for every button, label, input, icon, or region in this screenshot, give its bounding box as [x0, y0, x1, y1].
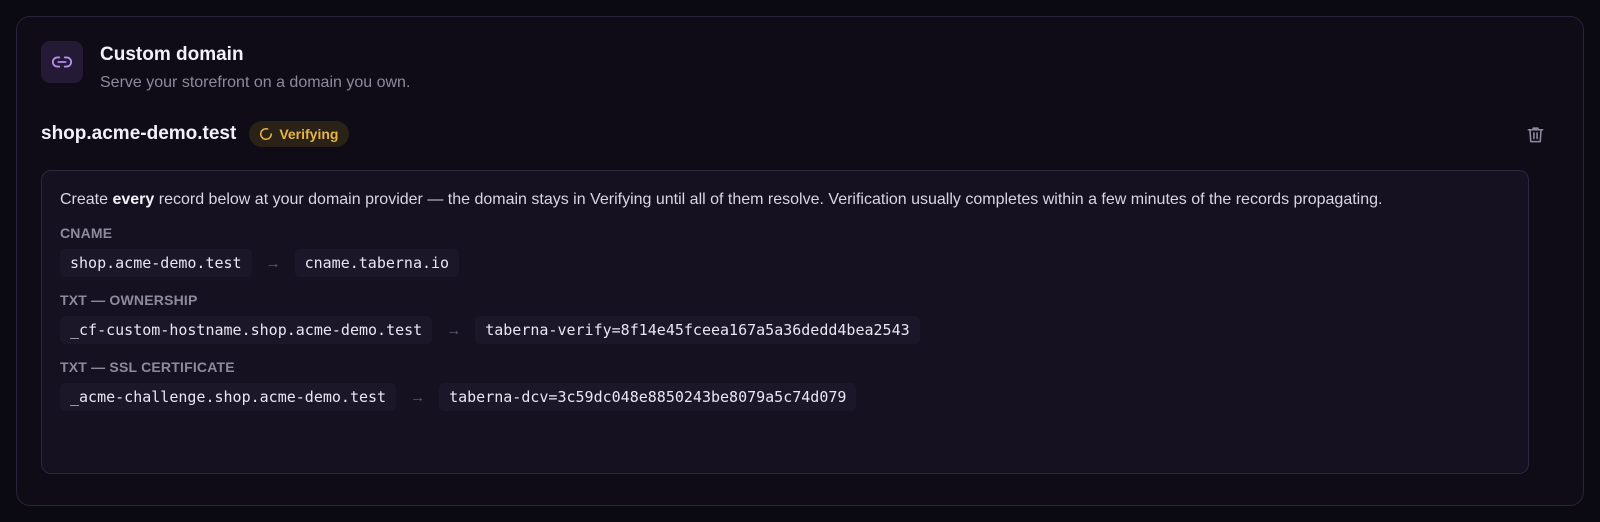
delete-domain-button[interactable] — [1523, 122, 1547, 146]
instructions-before: Create — [60, 191, 113, 208]
card-header: Custom domain Serve your storefront on a… — [41, 41, 410, 93]
dns-instructions: Create every record below at your domain… — [60, 188, 1510, 211]
header-text: Custom domain Serve your storefront on a… — [100, 44, 410, 93]
dns-record-txt-ssl: TXT — SSL CERTIFICATE _acme-challenge.sh… — [60, 358, 1510, 412]
record-line: _cf-custom-hostname.shop.acme-demo.test … — [60, 315, 1510, 345]
record-name[interactable]: shop.acme-demo.test — [60, 249, 252, 277]
record-line: shop.acme-demo.test → cname.taberna.io — [60, 248, 1510, 278]
record-type-label: CNAME — [60, 225, 113, 241]
record-line: _acme-challenge.shop.acme-demo.test → ta… — [60, 382, 1510, 412]
record-name[interactable]: _cf-custom-hostname.shop.acme-demo.test — [60, 316, 433, 344]
card-title: Custom domain — [100, 44, 244, 65]
dns-records-panel: Create every record below at your domain… — [41, 170, 1529, 474]
arrow-right-icon: → — [446, 321, 462, 339]
arrow-right-icon: → — [410, 388, 426, 406]
trash-icon — [1527, 126, 1543, 142]
spinner-icon — [259, 127, 273, 141]
dns-record-txt-ownership: TXT — OWNERSHIP _cf-custom-hostname.shop… — [60, 291, 1510, 345]
arrow-right-icon: → — [265, 254, 281, 272]
record-value[interactable]: cname.taberna.io — [294, 249, 460, 277]
card-subtitle: Serve your storefront on a domain you ow… — [100, 74, 411, 91]
record-value[interactable]: taberna-verify=8f14e45fceea167a5a36dedd4… — [475, 316, 920, 344]
record-value[interactable]: taberna-dcv=3c59dc048e8850243be8079a5c74… — [439, 383, 857, 411]
instructions-after: record below at your domain provider — t… — [154, 191, 1383, 208]
domain-name: shop.acme-demo.test — [41, 123, 237, 144]
link-icon-tile — [41, 41, 83, 83]
instructions-emphasis: every — [112, 191, 155, 208]
record-type-label: TXT — OWNERSHIP — [60, 292, 198, 308]
status-badge: Verifying — [249, 121, 350, 147]
custom-domain-card: Custom domain Serve your storefront on a… — [16, 16, 1584, 506]
status-badge-label: Verifying — [279, 126, 339, 142]
record-type-label: TXT — SSL CERTIFICATE — [60, 359, 235, 375]
dns-record-cname: CNAME shop.acme-demo.test → cname.tabern… — [60, 224, 1510, 278]
domain-row: shop.acme-demo.test Verifying — [41, 120, 1559, 148]
record-name[interactable]: _acme-challenge.shop.acme-demo.test — [60, 383, 397, 411]
link-icon — [51, 56, 73, 68]
